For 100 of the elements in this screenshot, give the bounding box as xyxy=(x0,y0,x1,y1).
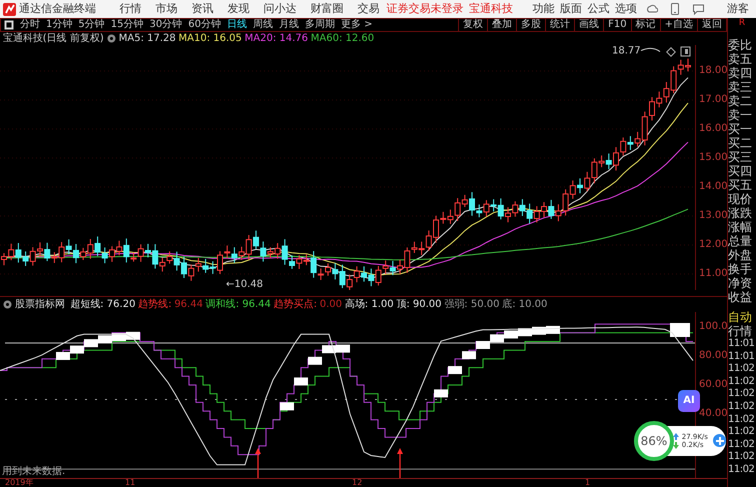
trade-time: 11:02 xyxy=(728,376,756,388)
signal-block xyxy=(336,344,350,353)
period-tab[interactable]: 1分钟 xyxy=(43,19,76,31)
quote-label: 涨跌 xyxy=(728,206,753,220)
phone-icon xyxy=(670,3,680,15)
trade-time: 11:02 xyxy=(728,438,756,452)
signal-block xyxy=(434,389,448,398)
date-label: 2019年 xyxy=(5,479,34,487)
period-tab[interactable]: 5分钟 xyxy=(75,19,108,31)
menu-item[interactable]: 发现 xyxy=(220,2,256,16)
quote-label: 净资 xyxy=(728,276,753,290)
menu-item[interactable]: 版面 xyxy=(557,2,584,16)
indicator-value: 强弱: 50.00 xyxy=(444,298,500,310)
indicator-value: 调和线: 96.44 xyxy=(206,298,271,310)
market-mark: R xyxy=(738,18,746,30)
user-name[interactable]: 游客 xyxy=(727,2,749,16)
diamond-icon xyxy=(666,47,676,57)
menu-item[interactable]: 交易 xyxy=(350,2,386,16)
quote-label: 外盘 xyxy=(728,248,753,262)
indicator-name: 股票指标网 xyxy=(14,298,65,310)
arrow-icon xyxy=(255,448,261,478)
period-tab[interactable]: 30分钟 xyxy=(146,19,186,31)
indicator-value: 0.00 xyxy=(320,298,342,310)
menu-item[interactable]: 市场 xyxy=(148,2,184,16)
ma-value: MA10: 16.05 xyxy=(178,32,242,44)
trade-time: 11:01 xyxy=(728,338,756,351)
ma-value: MA5: 17.28 xyxy=(118,32,176,44)
menu-item[interactable]: 功能 xyxy=(530,2,557,16)
period-tab[interactable]: 15分钟 xyxy=(108,19,146,31)
quote-label: 总量 xyxy=(728,234,753,248)
signal-block xyxy=(126,332,140,340)
panel-icon xyxy=(680,46,690,56)
quote-label: 买二 xyxy=(728,136,753,150)
plus-icon xyxy=(716,436,724,444)
price-tick: 11.00 xyxy=(698,269,727,279)
date-label: 11 xyxy=(125,479,136,487)
cloud-icon xyxy=(646,3,658,15)
period-tab[interactable]: 日线 xyxy=(224,19,250,31)
app-title: 通达信金融终端 xyxy=(19,2,96,16)
trade-time: 11:02 xyxy=(728,451,756,464)
date-label: 12 xyxy=(352,479,362,487)
date-label: 1 xyxy=(585,479,590,487)
indicator-tick: 40.00 xyxy=(698,409,727,419)
indicator-value: 趋势买点: xyxy=(274,298,318,310)
quote-label: 卖五 xyxy=(728,52,753,66)
price-tick: 18.00 xyxy=(698,66,727,78)
ai-button[interactable]: AI xyxy=(678,390,700,412)
quote-label: 收益 xyxy=(728,290,753,304)
logo-icon xyxy=(3,2,16,16)
login-status: 证券交易未登录 xyxy=(386,2,464,16)
period-tab[interactable]: 分时 xyxy=(17,19,43,31)
indicator-value: 趋势线: xyxy=(138,298,172,310)
signal-block xyxy=(84,339,98,348)
trade-time: 11:02 xyxy=(728,363,756,376)
menu-item[interactable]: 行情 xyxy=(112,2,148,16)
signal-block xyxy=(504,330,518,338)
signal-block xyxy=(70,346,84,354)
period-tab[interactable]: 60分钟 xyxy=(185,19,224,31)
signal-block xyxy=(448,366,462,374)
indicator-value: 高场: 1.00 xyxy=(344,298,394,310)
menu-item[interactable]: 选项 xyxy=(612,2,640,16)
signal-block xyxy=(56,352,70,360)
quote-label: 委比 xyxy=(728,38,753,52)
trade-time: 11:02 xyxy=(728,426,756,439)
memory-gauge: 86% xyxy=(634,421,674,461)
warning-note: 用到未来数据. xyxy=(2,466,66,477)
signal-block xyxy=(308,356,322,365)
trade-time: 11:02 xyxy=(728,400,756,414)
price-tick: 12.00 xyxy=(698,240,727,252)
quote-label: 换手 xyxy=(728,262,753,276)
panel-title: 行情 xyxy=(728,324,753,338)
arrow-icon xyxy=(397,448,403,478)
menu-item[interactable]: 财富圈 xyxy=(304,2,350,16)
indicator-value: 顶: 90.00 xyxy=(396,298,442,310)
price-tick: 16.00 xyxy=(698,124,727,136)
trade-time: 11:01 xyxy=(728,350,756,364)
menu-item[interactable]: 问小达 xyxy=(256,2,304,16)
quote-label: 买一 xyxy=(728,122,753,136)
period-tab[interactable]: 周线 xyxy=(250,19,276,31)
period-tab[interactable]: 更多 > xyxy=(338,19,376,31)
quote-label: 卖二 xyxy=(728,94,753,108)
upload-arrow-icon xyxy=(673,433,679,440)
menu-item[interactable]: 公式 xyxy=(584,2,612,16)
period-tab[interactable]: 多周期 xyxy=(302,19,338,31)
period-tab[interactable]: 月线 xyxy=(276,19,302,31)
mode-label[interactable]: 自动 xyxy=(728,310,756,324)
stock-name: 宝通科技 xyxy=(469,2,513,16)
chart-title: 宝通科技(日线 前复权) xyxy=(2,32,104,44)
menu-item[interactable]: 资讯 xyxy=(184,2,220,16)
signal-block xyxy=(98,335,112,344)
quote-label: 现价 xyxy=(728,192,753,206)
price-tick: 15.00 xyxy=(698,153,727,165)
gear-icon xyxy=(2,300,12,309)
quote-label: 涨幅 xyxy=(728,220,753,234)
signal-block xyxy=(670,323,690,337)
signal-block xyxy=(490,334,504,342)
indicator-value: 超短线: 76.20 xyxy=(70,298,136,310)
quote-label: 卖一 xyxy=(728,108,753,122)
quote-label: 卖三 xyxy=(728,80,753,94)
indicator-value: 96.44 xyxy=(174,298,203,310)
